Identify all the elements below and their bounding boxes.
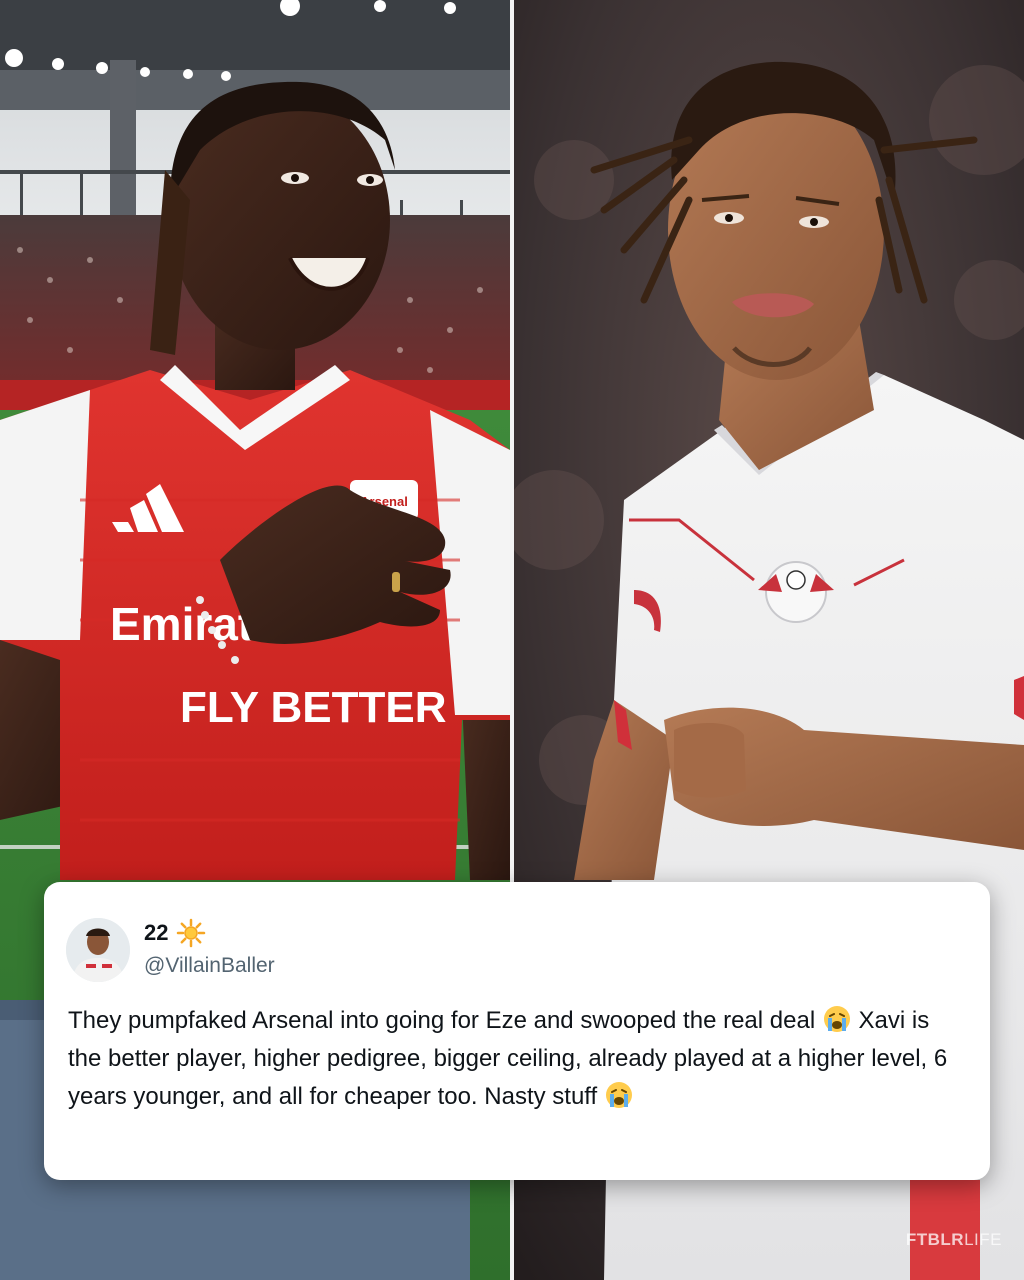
user-handle[interactable]: @VillainBaller	[144, 954, 275, 978]
tweet-card: 22 @VillainBaller They pumpfaked Arsenal…	[44, 882, 990, 1180]
loudly-crying-face-icon	[605, 1082, 632, 1108]
tweet-text-part1: They pumpfaked Arsenal into going for Ez…	[68, 1007, 816, 1034]
avatar[interactable]	[66, 918, 130, 982]
watermark-suffix: LIFE	[964, 1230, 1002, 1249]
watermark: FTBLRLIFE	[906, 1230, 1002, 1250]
tweet-text: They pumpfaked Arsenal into going for Ez…	[68, 1002, 958, 1116]
sun-icon	[176, 918, 206, 948]
watermark-brand: FTBLR	[905, 1230, 965, 1249]
display-name[interactable]: 22	[144, 920, 168, 946]
loudly-crying-face-icon	[823, 1006, 850, 1032]
shirt-sponsor-line2: FLY BETTER	[180, 683, 447, 732]
avatar-image	[66, 918, 130, 982]
